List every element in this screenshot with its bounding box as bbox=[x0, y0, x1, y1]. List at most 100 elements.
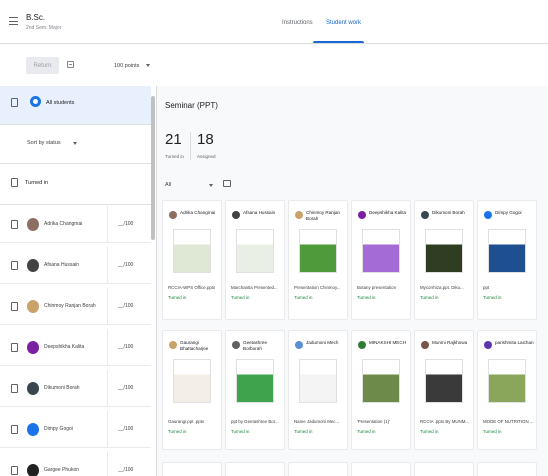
file-name[interactable]: Botany presentation bbox=[357, 285, 411, 291]
divider bbox=[0, 204, 151, 205]
sort-select[interactable]: Sort by status bbox=[27, 140, 61, 146]
student-checkbox[interactable] bbox=[11, 220, 18, 229]
file-name[interactable]: MODE OF NUTRITION ... bbox=[483, 419, 537, 425]
submission-card[interactable] bbox=[288, 462, 348, 476]
status-label: Turned in bbox=[294, 295, 313, 300]
divider bbox=[107, 329, 108, 366]
submission-card[interactable]: Munmi Rajkhowa RCCIA .pptx By MUNM... Turn… bbox=[414, 330, 474, 450]
file-name[interactable]: Marchantia Presented... bbox=[231, 285, 285, 291]
group-icon bbox=[30, 96, 41, 107]
file-thumbnail[interactable] bbox=[173, 229, 211, 273]
file-thumbnail[interactable] bbox=[488, 229, 526, 273]
grade-input[interactable]: __/100 bbox=[118, 385, 133, 391]
divider bbox=[107, 206, 108, 243]
scrollbar[interactable] bbox=[151, 96, 155, 240]
avatar bbox=[295, 341, 303, 349]
turned-in-checkbox[interactable] bbox=[11, 178, 18, 187]
student-name: Dikumoni Borah bbox=[44, 385, 80, 391]
grade-input[interactable]: __/100 bbox=[118, 467, 133, 473]
file-thumbnail[interactable] bbox=[362, 359, 400, 403]
return-button[interactable]: Return bbox=[26, 57, 59, 74]
file-name[interactable]: Presentation Chinmoy... bbox=[294, 285, 348, 291]
active-tab-indicator bbox=[313, 41, 364, 43]
submission-card[interactable] bbox=[225, 462, 285, 476]
student-row[interactable]: Adrika Changmai __/100 bbox=[0, 206, 151, 243]
file-thumbnail[interactable] bbox=[236, 229, 274, 273]
avatar bbox=[27, 464, 39, 476]
student-row[interactable]: Gargee Phukon __/100 bbox=[0, 452, 151, 476]
file-thumbnail[interactable] bbox=[488, 359, 526, 403]
file-thumbnail[interactable] bbox=[425, 229, 463, 273]
submission-card[interactable]: Deepshikha Kalita Botany presentation Turn… bbox=[351, 200, 411, 320]
file-name[interactable]: Name Jadumoni Mec... bbox=[294, 419, 348, 425]
points-select[interactable]: 100 points bbox=[114, 63, 139, 69]
tab-instructions[interactable]: Instructions bbox=[282, 20, 313, 26]
course-subtitle: 2nd Sem. Major bbox=[26, 25, 62, 31]
all-students-checkbox[interactable] bbox=[11, 98, 18, 107]
submission-card[interactable]: parishmita Laichan MODE OF NUTRITION ... T… bbox=[477, 330, 537, 450]
submission-card[interactable] bbox=[162, 462, 222, 476]
folder-icon[interactable] bbox=[223, 180, 231, 187]
file-thumbnail[interactable] bbox=[173, 359, 211, 403]
status-label: Turned in bbox=[231, 295, 250, 300]
file-name[interactable]: Mycorrhiza.ppt. Diku... bbox=[420, 285, 474, 291]
student-checkbox[interactable] bbox=[11, 302, 18, 311]
file-thumbnail[interactable] bbox=[236, 359, 274, 403]
file-thumbnail[interactable] bbox=[362, 229, 400, 273]
divider bbox=[107, 452, 108, 476]
chevron-down-icon[interactable] bbox=[146, 64, 150, 67]
submission-card[interactable] bbox=[414, 462, 474, 476]
submission-card[interactable]: Gaurangi Bhattacharjee Gaurangi ppt .pptx… bbox=[162, 330, 222, 450]
file-name[interactable]: RCCIA-WPS Office.pptx bbox=[168, 285, 222, 291]
student-name: Gargee Phukon bbox=[44, 467, 80, 473]
student-checkbox[interactable] bbox=[11, 466, 18, 475]
avatar bbox=[421, 211, 429, 219]
student-name: MINAKSHI MECH bbox=[369, 340, 407, 345]
student-checkbox[interactable] bbox=[11, 261, 18, 270]
menu-icon[interactable] bbox=[9, 17, 18, 25]
grade-input[interactable]: __/100 bbox=[118, 344, 133, 350]
email-icon[interactable] bbox=[67, 61, 74, 68]
grade-input[interactable]: __/100 bbox=[118, 221, 133, 227]
submission-card[interactable]: Afsana Hussain Marchantia Presented... Tur… bbox=[225, 200, 285, 320]
student-row[interactable]: Dimpy Gogoi __/100 bbox=[0, 411, 151, 448]
grade-input[interactable]: __/100 bbox=[118, 426, 133, 432]
file-name[interactable]: ppt bbox=[483, 285, 537, 291]
student-row[interactable]: Afsana Hussain __/100 bbox=[0, 247, 151, 284]
student-row[interactable]: Chinmoy Ranjan Borah __/100 bbox=[0, 288, 151, 325]
student-row[interactable]: Dikumoni Borah __/100 bbox=[0, 370, 151, 407]
submission-card[interactable] bbox=[351, 462, 411, 476]
avatar bbox=[169, 341, 177, 349]
filter-select[interactable]: All bbox=[165, 182, 171, 188]
file-name[interactable]: ppt by Geetashree Bor... bbox=[231, 419, 285, 425]
submission-card[interactable]: MINAKSHI MECH 'Presentation (1)' Turned in bbox=[351, 330, 411, 450]
file-thumbnail[interactable] bbox=[299, 359, 337, 403]
file-thumbnail[interactable] bbox=[299, 229, 337, 273]
student-checkbox[interactable] bbox=[11, 384, 18, 393]
submission-card[interactable]: Adrika Changmai RCCIA-WPS Office.pptx Turn… bbox=[162, 200, 222, 320]
file-name[interactable]: RCCIA .pptx By MUNM... bbox=[420, 419, 474, 425]
chevron-down-icon[interactable] bbox=[209, 184, 213, 187]
tab-student-work[interactable]: Student work bbox=[326, 20, 361, 26]
turned-in-count: 21 bbox=[165, 131, 182, 148]
submission-card[interactable]: Dikumoni Borah Mycorrhiza.ppt. Diku... Tur… bbox=[414, 200, 474, 320]
all-students-row[interactable] bbox=[0, 86, 151, 124]
grade-input[interactable]: __/100 bbox=[118, 303, 133, 309]
student-row[interactable]: Deepshikha Kalita __/100 bbox=[0, 329, 151, 366]
submission-card[interactable]: Geetashree Borborah ppt by Geetashree Bor… bbox=[225, 330, 285, 450]
file-name[interactable]: 'Presentation (1)' bbox=[357, 419, 411, 425]
submission-card[interactable]: Jadumoni Mech Name Jadumoni Mec... Turned … bbox=[288, 330, 348, 450]
student-checkbox[interactable] bbox=[11, 425, 18, 434]
avatar bbox=[295, 211, 303, 219]
grade-input[interactable]: __/100 bbox=[118, 262, 133, 268]
file-name[interactable]: Gaurangi ppt .pptx bbox=[168, 419, 222, 425]
student-checkbox[interactable] bbox=[11, 343, 18, 352]
course-title[interactable]: B.Sc. bbox=[26, 13, 45, 22]
submission-card[interactable]: Dimpy Gogoi ppt Turned in bbox=[477, 200, 537, 320]
student-name: Gaurangi Bhattacharjee bbox=[180, 340, 209, 351]
chevron-down-icon[interactable] bbox=[73, 142, 77, 145]
turned-in-label: Turned in bbox=[165, 154, 184, 159]
submission-card[interactable] bbox=[477, 462, 537, 476]
submission-card[interactable]: Chinmoy Ranjan Borah Presentation Chinmoy… bbox=[288, 200, 348, 320]
file-thumbnail[interactable] bbox=[425, 359, 463, 403]
